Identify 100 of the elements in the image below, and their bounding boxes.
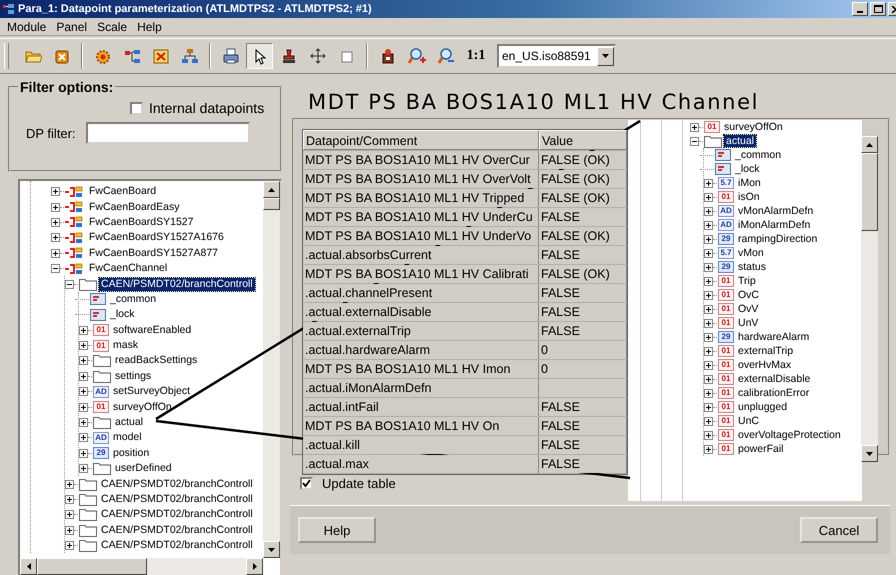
tree-item[interactable]: Trip: [736, 275, 758, 287]
tree-item[interactable]: UnV: [736, 317, 760, 329]
expand-icon[interactable]: [704, 416, 713, 426]
tree-item[interactable]: position: [111, 446, 152, 460]
dropdown-arrow-icon[interactable]: [602, 54, 609, 58]
maximize-button[interactable]: [870, 2, 886, 16]
column-header[interactable]: Datapoint/Comment: [303, 130, 539, 150]
hierarchy-icon[interactable]: [180, 47, 198, 65]
vertical-scrollbar[interactable]: [861, 136, 878, 462]
tree-icon[interactable]: [122, 47, 140, 65]
tree-item[interactable]: setSurveyObject: [111, 385, 192, 398]
gear-icon[interactable]: [94, 47, 112, 65]
minimize-button[interactable]: [852, 2, 868, 16]
tree-item[interactable]: vMon: [736, 247, 766, 259]
tree-item[interactable]: FwCaenBoardSY1527A1676: [87, 231, 226, 244]
tree-item[interactable]: iMon: [736, 177, 763, 189]
dp-filter-field[interactable]: [86, 122, 250, 144]
expand-icon[interactable]: [51, 233, 60, 242]
expand-icon[interactable]: [51, 202, 60, 212]
expand-icon[interactable]: [51, 187, 60, 196]
expand-icon[interactable]: [79, 433, 88, 442]
tree-item[interactable]: OvC: [736, 289, 761, 301]
tree-item[interactable]: settings: [113, 370, 154, 383]
horizontal-scrollbar[interactable]: [20, 558, 263, 575]
expand-icon[interactable]: [704, 206, 713, 216]
tree-item[interactable]: CAEN/PSMDT02/branchControll: [99, 493, 255, 506]
tree-item[interactable]: _common: [108, 292, 158, 306]
tree-item[interactable]: surveyOffOn: [111, 400, 174, 414]
expand-icon[interactable]: [704, 388, 713, 398]
scrollbar-thumb[interactable]: [861, 153, 878, 231]
tree-item[interactable]: FwCaenChannel: [87, 262, 170, 276]
collapse-icon[interactable]: [51, 264, 60, 274]
scroll-down-icon[interactable]: [866, 452, 873, 456]
vertical-scrollbar[interactable]: [263, 181, 280, 558]
expand-icon[interactable]: [704, 402, 713, 412]
expand-icon[interactable]: [704, 374, 713, 384]
column-header[interactable]: Value: [539, 130, 627, 150]
expand-icon[interactable]: [79, 356, 88, 366]
expand-icon[interactable]: [704, 192, 713, 202]
tree-item[interactable]: _common: [733, 149, 784, 161]
zoom-out-icon[interactable]: [436, 47, 454, 65]
expand-icon[interactable]: [704, 318, 713, 328]
tree-item[interactable]: calibrationError: [736, 387, 812, 399]
checkbox[interactable]: [300, 477, 313, 490]
zoom-reset-button[interactable]: 1:1: [461, 43, 491, 69]
tree-item[interactable]: overVoltageProtection: [736, 429, 843, 441]
menu-item[interactable]: Scale: [92, 20, 132, 34]
scroll-up-icon[interactable]: [866, 142, 873, 146]
expand-icon[interactable]: [79, 402, 88, 412]
tree-item[interactable]: iMonAlarmDefn: [736, 219, 812, 231]
expand-icon[interactable]: [65, 541, 74, 550]
expand-icon[interactable]: [51, 218, 60, 227]
collapse-icon[interactable]: [65, 280, 74, 289]
tree-item[interactable]: CAEN/PSMDT02/branchControll: [99, 524, 255, 537]
maximize-icon[interactable]: [874, 5, 882, 13]
scroll-down-icon[interactable]: [268, 548, 275, 552]
scrollbar-thumb[interactable]: [263, 198, 280, 210]
expand-icon[interactable]: [704, 276, 713, 286]
tree-item[interactable]: unplugged: [736, 401, 790, 413]
tree-item[interactable]: _lock: [108, 308, 137, 322]
expand-icon[interactable]: [704, 346, 713, 356]
expand-icon[interactable]: [79, 418, 88, 428]
encoding-dropdown[interactable]: en_US.iso88591: [497, 44, 616, 68]
tree-item[interactable]: actual: [113, 416, 146, 430]
expand-icon[interactable]: [704, 360, 713, 370]
tree-item[interactable]: externalTrip: [736, 345, 796, 357]
tree-item[interactable]: FwCaenBoardEasy: [87, 200, 182, 214]
expand-icon[interactable]: [51, 248, 60, 258]
expand-icon[interactable]: [65, 480, 74, 489]
tree-item[interactable]: CAEN/PSMDT02/branchControll: [99, 508, 255, 522]
scroll-left-icon[interactable]: [26, 563, 30, 570]
tree-item[interactable]: CAEN/PSMDT02/branchControll: [99, 278, 255, 291]
expand-icon[interactable]: [704, 332, 713, 342]
collapse-icon[interactable]: [690, 136, 699, 146]
expand-icon[interactable]: [79, 448, 88, 458]
tree-item[interactable]: hardwareAlarm: [736, 331, 812, 343]
scroll-up-icon[interactable]: [268, 188, 275, 192]
expand-icon[interactable]: [65, 510, 74, 520]
menu-item[interactable]: Module: [2, 20, 52, 34]
expand-icon[interactable]: [704, 220, 713, 230]
tree-item[interactable]: rampingDirection: [736, 233, 820, 245]
tree-item[interactable]: vMonAlarmDefn: [736, 205, 816, 217]
tree-item[interactable]: overHvMax: [736, 359, 794, 371]
tree-item[interactable]: userDefined: [113, 462, 174, 476]
expand-icon[interactable]: [704, 430, 713, 440]
expand-icon[interactable]: [79, 387, 88, 396]
tree-item[interactable]: status: [736, 261, 768, 273]
expand-icon[interactable]: [79, 326, 88, 335]
tree-item[interactable]: readBackSettings: [113, 354, 200, 368]
tree-item[interactable]: _lock: [733, 163, 762, 175]
tree-item[interactable]: FwCaenBoard: [87, 185, 158, 198]
tree-item[interactable]: FwCaenBoardSY1527A877: [87, 246, 220, 260]
expand-icon[interactable]: [79, 341, 88, 350]
tree-item[interactable]: CAEN/PSMDT02/branchControll: [99, 478, 255, 491]
printer-icon[interactable]: [222, 47, 240, 65]
tree-item[interactable]: CAEN/PSMDT02/branchControll: [99, 539, 255, 552]
tree-item[interactable]: OvV: [736, 303, 760, 315]
tree-item[interactable]: mask: [111, 339, 140, 352]
tree-item[interactable]: UnC: [736, 415, 762, 427]
expand-icon[interactable]: [65, 526, 74, 535]
